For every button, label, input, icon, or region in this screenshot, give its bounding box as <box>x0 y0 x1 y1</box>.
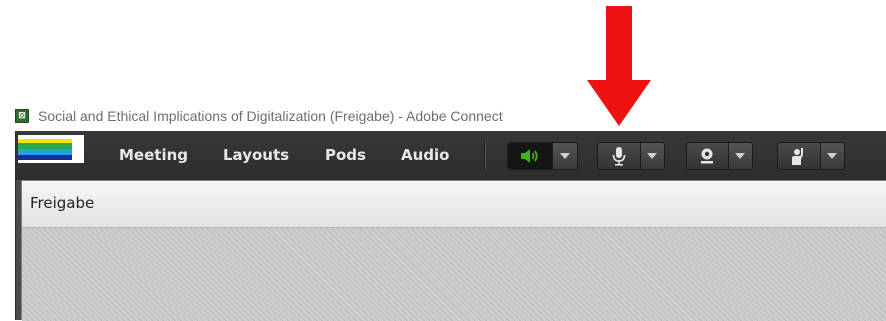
menu-layouts[interactable]: Layouts <box>223 144 289 166</box>
webcam-dropdown-arrow[interactable] <box>727 143 752 169</box>
webcam-icon <box>687 143 728 169</box>
microphone-icon <box>598 143 640 169</box>
chevron-down-icon <box>647 153 658 159</box>
pod-header[interactable]: Freigabe <box>22 181 886 228</box>
adobe-connect-window: Meeting Layouts Pods Audio Freigabe <box>15 131 886 321</box>
pod-title: Freigabe <box>30 194 95 212</box>
speaker-button[interactable] <box>507 142 578 170</box>
menu-bar: Meeting Layouts Pods Audio <box>16 131 886 180</box>
window-title: Social and Ethical Implications of Digit… <box>38 108 503 124</box>
raise-hand-icon <box>778 143 820 169</box>
meeting-logo <box>18 135 84 163</box>
share-pod: Freigabe <box>21 180 886 321</box>
toolbar-separator <box>484 141 486 169</box>
chevron-down-icon <box>735 153 746 159</box>
menu-audio[interactable]: Audio <box>401 144 449 166</box>
speaker-icon <box>508 143 553 169</box>
microphone-button[interactable] <box>597 142 665 170</box>
pod-content-area <box>22 228 886 321</box>
chevron-down-icon <box>560 153 571 159</box>
raise-hand-dropdown-arrow[interactable] <box>819 143 844 169</box>
speaker-dropdown-arrow[interactable] <box>552 143 577 169</box>
menu-pods[interactable]: Pods <box>325 144 366 166</box>
menu-meeting[interactable]: Meeting <box>119 144 188 166</box>
webcam-button[interactable] <box>686 142 753 170</box>
raise-hand-button[interactable] <box>777 142 845 170</box>
adobe-connect-app-icon: ⊠ <box>15 109 29 123</box>
chevron-down-icon <box>827 153 838 159</box>
microphone-dropdown-arrow[interactable] <box>639 143 664 169</box>
window-titlebar: ⊠ Social and Ethical Implications of Dig… <box>15 104 715 128</box>
